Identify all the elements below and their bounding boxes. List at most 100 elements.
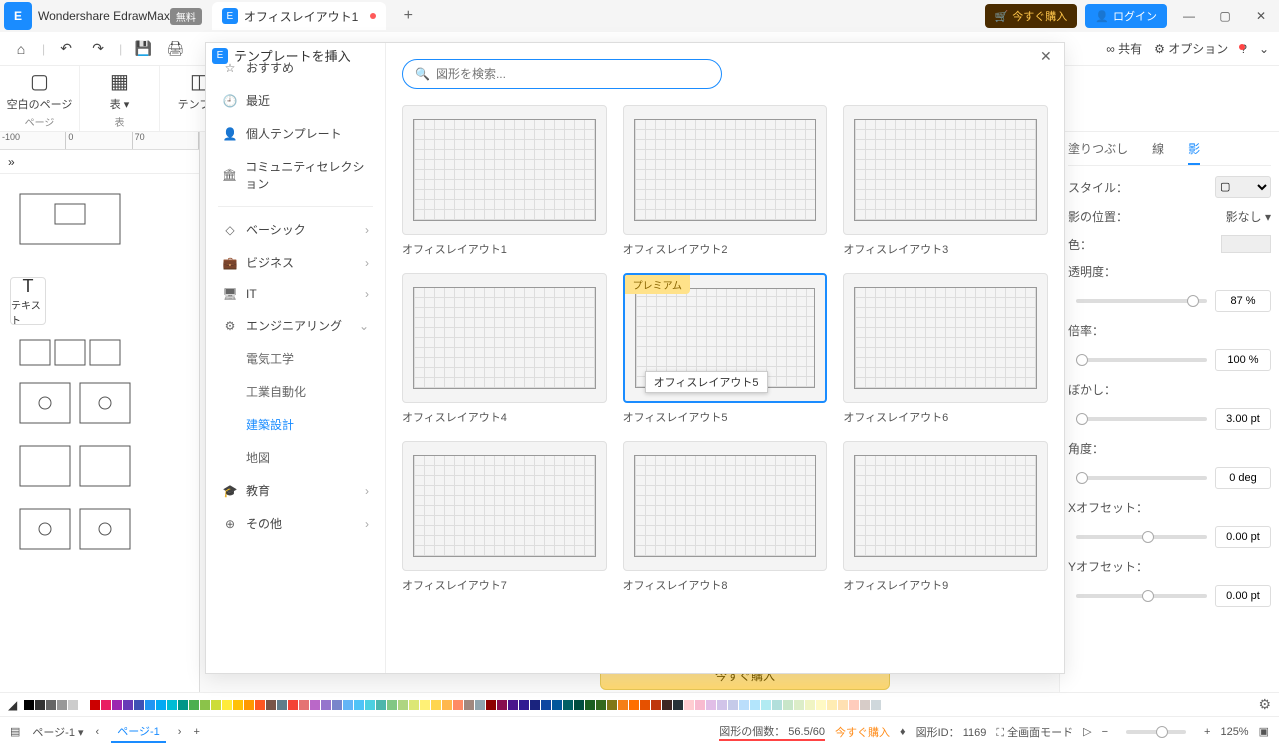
- color-swatch[interactable]: [365, 700, 375, 710]
- color-swatch[interactable]: [453, 700, 463, 710]
- color-swatch[interactable]: [640, 700, 650, 710]
- print-icon[interactable]: 🖨: [164, 38, 186, 60]
- login-button[interactable]: 👤 ログイン: [1085, 4, 1167, 28]
- color-swatch[interactable]: [563, 700, 573, 710]
- color-swatch[interactable]: [123, 700, 133, 710]
- color-swatch[interactable]: [772, 700, 782, 710]
- color-swatch[interactable]: [1221, 235, 1271, 253]
- color-swatch[interactable]: [90, 700, 100, 710]
- color-swatch[interactable]: [739, 700, 749, 710]
- template-オフィスレイアウト3[interactable]: オフィスレイアウト3: [843, 105, 1048, 257]
- color-swatch[interactable]: [849, 700, 859, 710]
- sidebar-コミュニティセレクション[interactable]: 🏛コミュニティセレクション: [206, 150, 385, 200]
- color-swatch[interactable]: [343, 700, 353, 710]
- share-button[interactable]: ∞ 共有: [1106, 40, 1142, 57]
- minimize-button[interactable]: —: [1175, 2, 1203, 30]
- color-swatch[interactable]: [398, 700, 408, 710]
- color-swatch[interactable]: [519, 700, 529, 710]
- color-swatch[interactable]: [475, 700, 485, 710]
- color-swatch[interactable]: [431, 700, 441, 710]
- color-swatch[interactable]: [838, 700, 848, 710]
- color-swatch[interactable]: [200, 700, 210, 710]
- blur-slider[interactable]: [1076, 417, 1207, 421]
- color-swatch[interactable]: [717, 700, 727, 710]
- template-オフィスレイアウト7[interactable]: オフィスレイアウト7: [402, 441, 607, 593]
- color-swatch[interactable]: [783, 700, 793, 710]
- color-swatch[interactable]: [827, 700, 837, 710]
- color-swatch[interactable]: [299, 700, 309, 710]
- yoffset-input[interactable]: [1215, 585, 1271, 607]
- undo-icon[interactable]: ↶: [55, 38, 77, 60]
- maximize-button[interactable]: ▢: [1211, 2, 1239, 30]
- shape-desk3[interactable]: [10, 441, 150, 501]
- shape-desk4[interactable]: [10, 504, 150, 564]
- palette-settings-icon[interactable]: ⚙: [1258, 696, 1271, 713]
- color-swatch[interactable]: [673, 700, 683, 710]
- template-オフィスレイアウト4[interactable]: オフィスレイアウト4: [402, 273, 607, 425]
- color-swatch[interactable]: [233, 700, 243, 710]
- color-swatch[interactable]: [277, 700, 287, 710]
- present-icon[interactable]: ▷: [1083, 725, 1091, 738]
- color-swatch[interactable]: [508, 700, 518, 710]
- yoffset-slider[interactable]: [1076, 594, 1207, 598]
- color-swatch[interactable]: [266, 700, 276, 710]
- color-swatch[interactable]: [35, 700, 45, 710]
- color-swatch[interactable]: [167, 700, 177, 710]
- template-オフィスレイアウト2[interactable]: オフィスレイアウト2: [623, 105, 828, 257]
- subcat-地図[interactable]: 地図: [206, 441, 385, 474]
- color-swatch[interactable]: [189, 700, 199, 710]
- color-swatch[interactable]: [321, 700, 331, 710]
- color-swatch[interactable]: [486, 700, 496, 710]
- color-swatch[interactable]: [420, 700, 430, 710]
- fullscreen-button[interactable]: ⛶ 全画面モード: [996, 724, 1073, 740]
- color-swatch[interactable]: [332, 700, 342, 710]
- color-swatch[interactable]: [68, 700, 78, 710]
- color-swatch[interactable]: [816, 700, 826, 710]
- text-tool[interactable]: T テキスト: [10, 277, 46, 325]
- template-オフィスレイアウト1[interactable]: オフィスレイアウト1: [402, 105, 607, 257]
- color-swatch[interactable]: [145, 700, 155, 710]
- zoom-slider[interactable]: [1126, 730, 1186, 734]
- zoom-out-icon[interactable]: −: [1102, 726, 1108, 738]
- page-dropdown[interactable]: ページ-1 ▾: [32, 724, 83, 740]
- page-tab[interactable]: ページ-1: [111, 721, 166, 743]
- color-swatch[interactable]: [288, 700, 298, 710]
- color-swatch[interactable]: [574, 700, 584, 710]
- template-close-button[interactable]: ✕: [1040, 48, 1052, 65]
- color-swatch[interactable]: [464, 700, 474, 710]
- color-swatch[interactable]: [794, 700, 804, 710]
- prev-page-icon[interactable]: ‹: [96, 726, 100, 738]
- zoom-value[interactable]: 125%: [1220, 726, 1248, 738]
- scale-slider[interactable]: [1076, 358, 1207, 362]
- ribbon-blank-page[interactable]: ▢ 空白のページ ページ: [0, 66, 80, 131]
- redo-icon[interactable]: ↷: [87, 38, 109, 60]
- color-swatch[interactable]: [211, 700, 221, 710]
- save-icon[interactable]: 💾: [132, 38, 154, 60]
- color-swatch[interactable]: [46, 700, 56, 710]
- color-swatch[interactable]: [662, 700, 672, 710]
- category-ベーシック[interactable]: ◇ベーシック: [206, 213, 385, 246]
- color-swatch[interactable]: [607, 700, 617, 710]
- tab-line[interactable]: 線: [1152, 140, 1164, 157]
- subcat-電気工学[interactable]: 電気工学: [206, 342, 385, 375]
- category-エンジニアリング[interactable]: ⚙エンジニアリング: [206, 309, 385, 342]
- color-swatch[interactable]: [530, 700, 540, 710]
- color-swatch[interactable]: [178, 700, 188, 710]
- color-swatch[interactable]: [101, 700, 111, 710]
- shape-bench[interactable]: [10, 335, 150, 375]
- color-swatch[interactable]: [310, 700, 320, 710]
- color-swatch[interactable]: [585, 700, 595, 710]
- color-swatch[interactable]: [541, 700, 551, 710]
- search-input[interactable]: [436, 67, 709, 81]
- add-tab-button[interactable]: +: [396, 7, 420, 25]
- fit-icon[interactable]: ▣: [1259, 725, 1269, 738]
- color-swatch[interactable]: [387, 700, 397, 710]
- buy-button[interactable]: 🛒 今すぐ購入: [985, 4, 1078, 28]
- zoom-in-icon[interactable]: +: [1204, 726, 1210, 738]
- color-swatch[interactable]: [442, 700, 452, 710]
- eyedropper-icon[interactable]: ◢: [8, 698, 17, 712]
- opacity-input[interactable]: [1215, 290, 1271, 312]
- color-swatch[interactable]: [684, 700, 694, 710]
- color-swatch[interactable]: [596, 700, 606, 710]
- document-tab[interactable]: E オフィスレイアウト1: [212, 2, 386, 30]
